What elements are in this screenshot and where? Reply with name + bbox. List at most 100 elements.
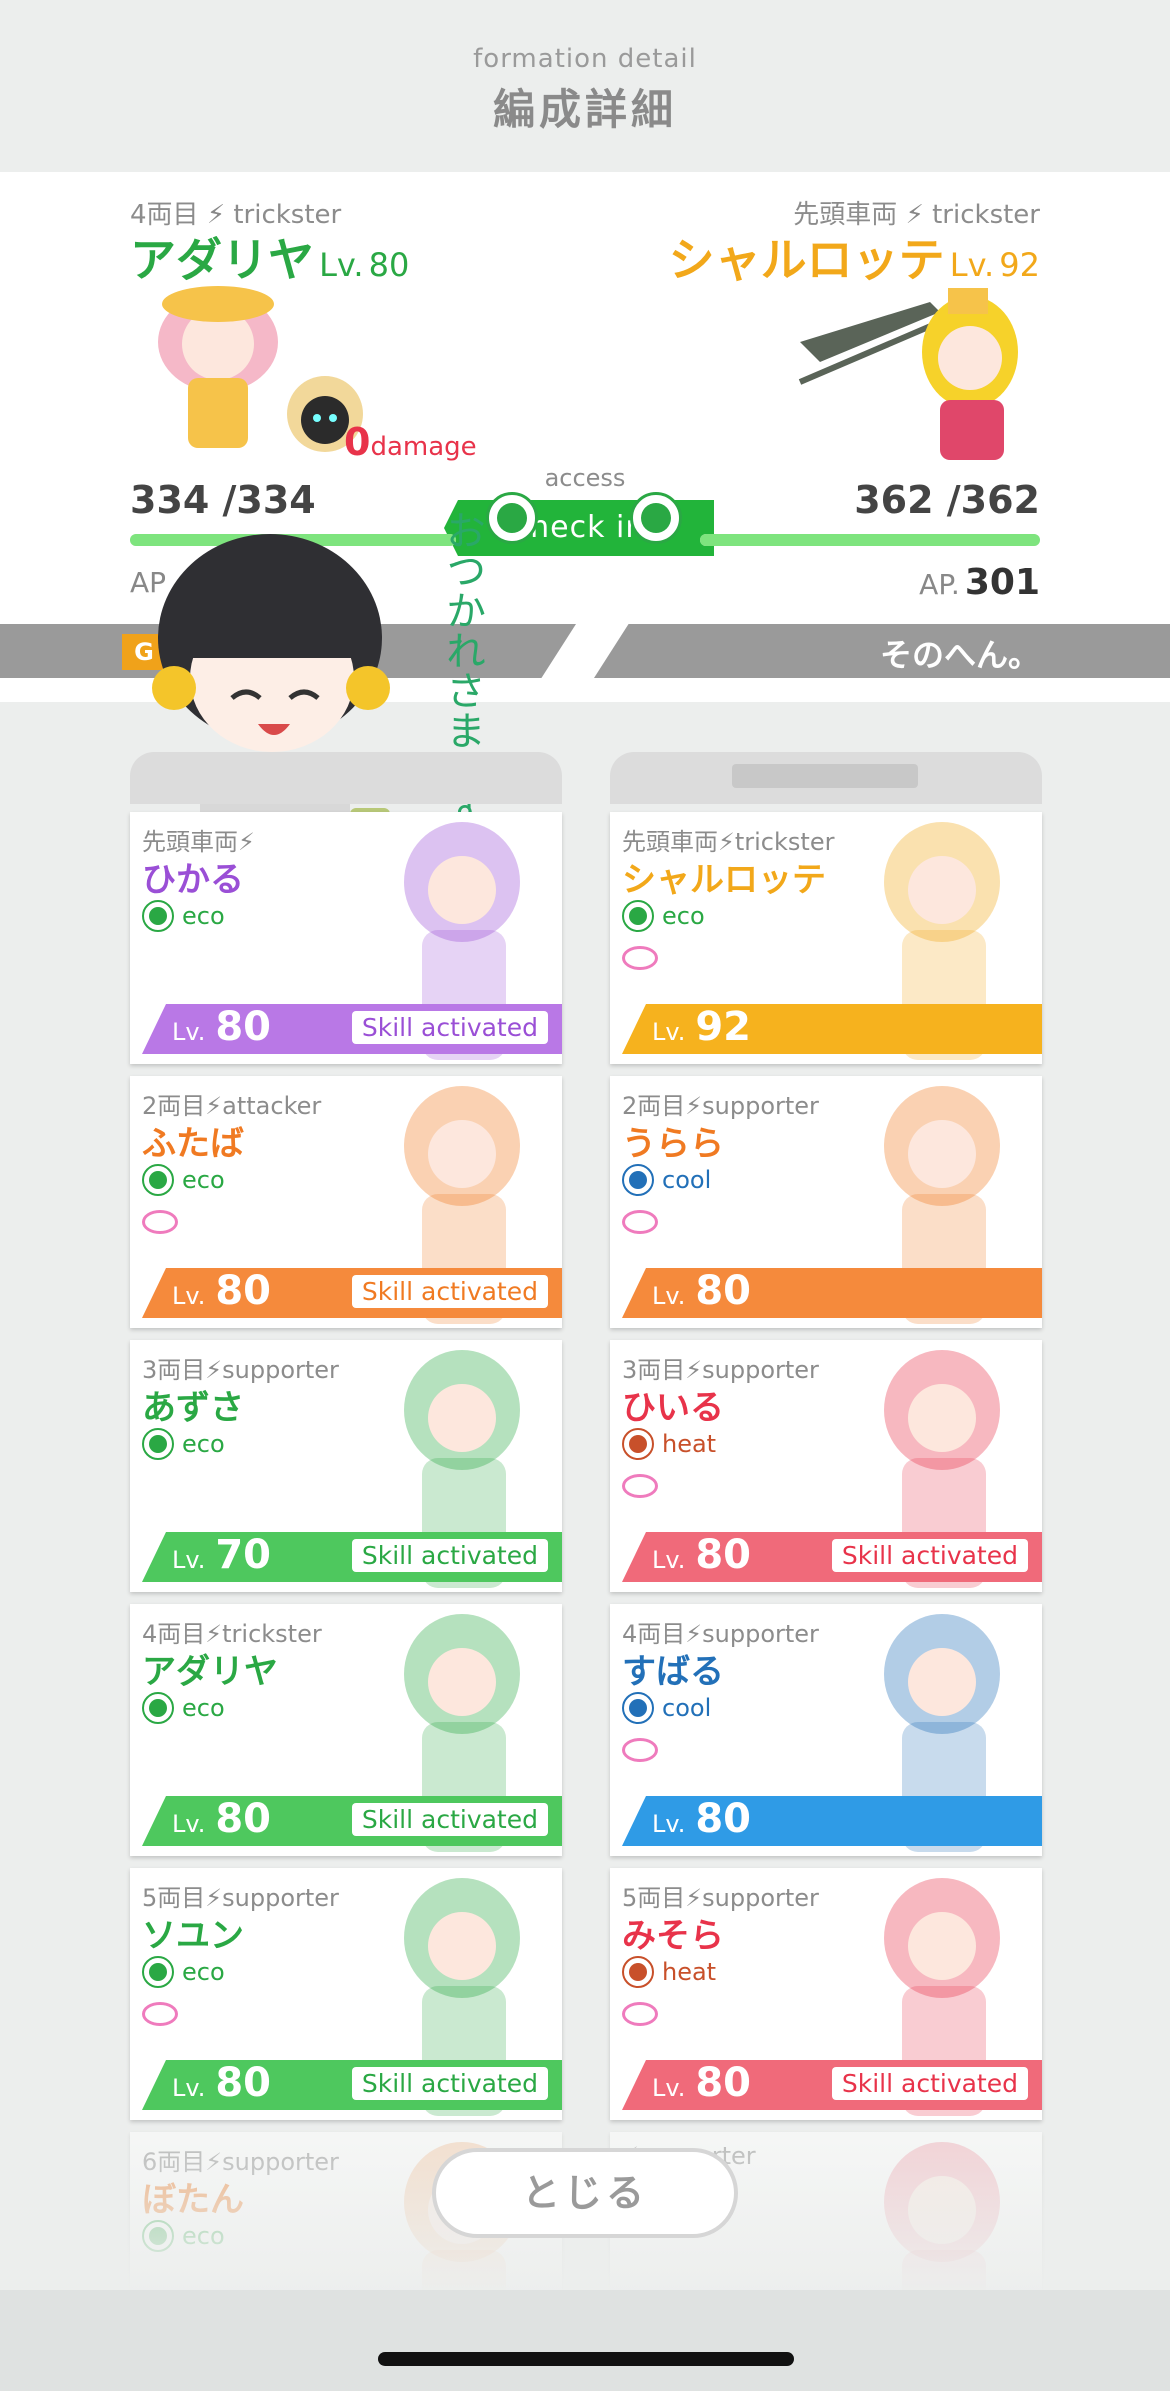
card-attribute: eco <box>142 1428 225 1460</box>
card-level: Lv. 80 <box>172 2060 272 2106</box>
card-level: Lv. 80 <box>652 1532 752 1578</box>
card-attribute-label: eco <box>182 1430 225 1458</box>
character-card[interactable]: 3両目⚡︎supporter あずさ eco Lv. 70 Skill activ… <box>130 1340 562 1592</box>
card-level-value: 70 <box>215 1532 272 1578</box>
home-indicator[interactable] <box>378 2352 794 2366</box>
card-attribute: eco <box>142 900 225 932</box>
heat-attribute-icon <box>622 1428 654 1460</box>
damage-label: damage <box>370 432 477 462</box>
character-card[interactable]: 2両目⚡︎supporter うらら cool Lv. 80 <box>610 1076 1042 1328</box>
right-hp-bar <box>700 534 1040 546</box>
card-attribute: cool <box>622 1692 711 1724</box>
card-attribute: eco <box>142 1692 225 1724</box>
card-character-name: みそら <box>622 1916 724 1956</box>
heart-ring-icon <box>622 1474 658 1498</box>
card-level-value: 80 <box>215 2060 272 2106</box>
damage-readout: 0damage <box>344 420 477 464</box>
card-level: Lv. 80 <box>652 1796 752 1842</box>
character-card[interactable]: 4両目⚡︎trickster アダリヤ eco Lv. 80 Skill acti… <box>130 1604 562 1856</box>
heart-ring-icon <box>622 2002 658 2026</box>
card-level: Lv. 80 <box>172 1268 272 1314</box>
card-level-value: 92 <box>695 1004 752 1050</box>
heart-ring-icon <box>142 2002 178 2026</box>
card-character-name: アダリヤ <box>142 1652 278 1692</box>
right-eco-attribute-icon <box>630 492 682 544</box>
left-hp: 334 /334 <box>130 478 316 522</box>
heart-ring-icon <box>622 1210 658 1234</box>
right-level: 92 <box>999 246 1040 284</box>
character-card[interactable]: 3両目⚡︎supporter ひいる heat Lv. 80 Skill acti… <box>610 1340 1042 1592</box>
character-card[interactable]: 2両目⚡︎attacker ふたば eco Lv. 80 Skill activa… <box>130 1076 562 1328</box>
card-attribute: eco <box>142 1164 225 1196</box>
card-character-name: うらら <box>622 1124 724 1164</box>
heat-attribute-icon <box>622 1956 654 1988</box>
right-level-prefix: Lv. <box>949 246 995 284</box>
right-hp: 362 /362 <box>854 478 1040 522</box>
right-hp-track <box>700 534 1040 546</box>
heart-ring-icon <box>142 1210 178 1234</box>
card-attribute: cool <box>622 1164 711 1196</box>
right-character-portrait <box>798 288 1018 460</box>
character-card[interactable]: 5両目⚡︎supporter みそら heat Lv. 80 Skill acti… <box>610 1868 1042 2120</box>
card-level-value: 80 <box>215 1796 272 1842</box>
skill-activated-badge: Skill activated <box>351 1803 548 1836</box>
damage-value: 0 <box>344 420 371 464</box>
card-attribute-label: eco <box>662 902 705 930</box>
card-level: Lv. 80 <box>172 1004 272 1050</box>
character-card[interactable]: 5両目⚡︎supporter ソユン eco Lv. 80 Skill activ… <box>130 1868 562 2120</box>
cool-attribute-icon <box>622 1164 654 1196</box>
card-attribute-label: eco <box>182 1166 225 1194</box>
character-card[interactable]: 4両目⚡︎supporter すばる cool Lv. 80 <box>610 1604 1042 1856</box>
card-attribute-label: eco <box>182 1694 225 1722</box>
right-name-row: シャルロッテ Lv. 92 <box>669 224 1040 290</box>
header: formation detail 編成詳細 <box>0 0 1170 172</box>
left-level: 80 <box>368 246 410 284</box>
card-level: Lv. 70 <box>172 1532 272 1578</box>
eco-attribute-icon <box>142 1692 174 1724</box>
card-attribute-label: eco <box>182 902 225 930</box>
card-level-value: 80 <box>215 1004 272 1050</box>
card-character-name: ひいる <box>622 1388 724 1428</box>
card-attribute: heat <box>622 1428 716 1460</box>
left-character-name: アダリヤ <box>130 233 314 287</box>
card-level: Lv. 80 <box>172 1796 272 1842</box>
right-ap: AP. 301 <box>919 562 1040 603</box>
character-card[interactable]: 先頭車両⚡︎trickster シャルロッテ eco Lv. 92 <box>610 812 1042 1064</box>
card-character-name: ひかる <box>142 860 244 900</box>
card-level: Lv. 92 <box>652 1004 752 1050</box>
eco-attribute-icon <box>142 1956 174 1988</box>
card-character-name: ソユン <box>142 1916 244 1956</box>
card-character-name: シャルロッテ <box>622 860 826 900</box>
eco-attribute-icon <box>142 1428 174 1460</box>
skill-activated-badge: Skill activated <box>831 2067 1028 2100</box>
eco-attribute-icon <box>142 1164 174 1196</box>
skill-activated-badge: Skill activated <box>351 1539 548 1572</box>
skill-activated-badge: Skill activated <box>351 1275 548 1308</box>
card-attribute: eco <box>622 900 705 932</box>
right-character-name: シャルロッテ <box>668 233 945 287</box>
card-character-name: ふたば <box>142 1124 244 1164</box>
cool-attribute-icon <box>622 1692 654 1724</box>
skill-activated-badge: Skill activated <box>351 2067 548 2100</box>
heart-ring-icon <box>622 946 658 970</box>
card-level-value: 80 <box>695 1532 752 1578</box>
slot-handle <box>732 764 918 788</box>
skill-activated-badge: Skill activated <box>831 1539 1028 1572</box>
header-subtitle: formation detail <box>473 44 697 74</box>
left-eco-attribute-icon <box>486 492 538 544</box>
card-character-name: あずさ <box>142 1388 244 1428</box>
card-attribute: heat <box>622 1956 716 1988</box>
right-ap-label: AP. <box>919 568 960 601</box>
card-attribute-label: cool <box>662 1694 712 1722</box>
access-label: access <box>544 464 626 492</box>
card-level-value: 80 <box>695 2060 752 2106</box>
character-card[interactable]: 先頭車両⚡︎ ひかる eco Lv. 80 Skill activated <box>130 812 562 1064</box>
close-button[interactable]: とじる <box>432 2148 738 2238</box>
right-team-name: そのへん。 <box>879 636 1040 674</box>
card-attribute-label: cool <box>662 1166 712 1194</box>
card-attribute-label: eco <box>182 1958 225 1986</box>
left-slot-frame <box>130 752 562 804</box>
card-level-value: 80 <box>695 1796 752 1842</box>
heart-ring-icon <box>622 1738 658 1762</box>
eco-attribute-icon <box>622 900 654 932</box>
